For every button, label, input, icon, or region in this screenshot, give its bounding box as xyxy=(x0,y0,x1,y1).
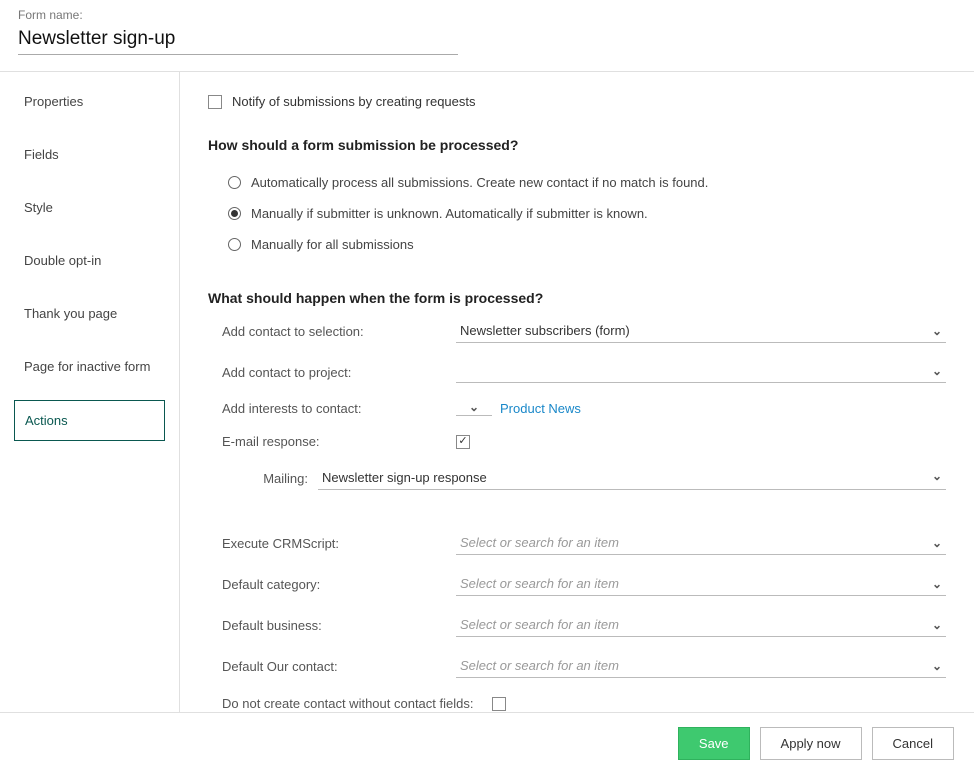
email-response-checkbox[interactable] xyxy=(456,435,470,449)
mailing-label: Mailing: xyxy=(248,471,308,486)
radio-auto-label: Automatically process all submissions. C… xyxy=(251,175,708,190)
tab-properties[interactable]: Properties xyxy=(14,82,165,121)
notify-checkbox[interactable] xyxy=(208,95,222,109)
tab-style[interactable]: Style xyxy=(14,188,165,227)
email-response-label: E-mail response: xyxy=(222,434,456,449)
chevron-down-icon: ⌄ xyxy=(932,365,942,377)
cancel-button[interactable]: Cancel xyxy=(872,727,954,760)
add-interests-label: Add interests to contact: xyxy=(222,401,456,416)
default-category-placeholder: Select or search for an item xyxy=(460,576,619,591)
default-business-label: Default business: xyxy=(222,618,456,633)
default-our-contact-placeholder: Select or search for an item xyxy=(460,658,619,673)
interests-value-link[interactable]: Product News xyxy=(500,401,581,416)
add-project-dropdown[interactable]: ⌄ xyxy=(456,361,946,383)
process-section-title: How should a form submission be processe… xyxy=(208,137,946,153)
form-name-label: Form name: xyxy=(18,8,956,22)
add-project-label: Add contact to project: xyxy=(222,365,456,380)
radio-manual-unknown-label: Manually if submitter is unknown. Automa… xyxy=(251,206,648,221)
content-panel: Notify of submissions by creating reques… xyxy=(180,72,974,712)
radio-manual-all[interactable]: Manually for all submissions xyxy=(228,229,946,260)
default-our-contact-label: Default Our contact: xyxy=(222,659,456,674)
add-selection-value: Newsletter subscribers (form) xyxy=(460,323,630,338)
radio-manual-unknown[interactable]: Manually if submitter is unknown. Automa… xyxy=(228,198,946,229)
execute-crm-placeholder: Select or search for an item xyxy=(460,535,619,550)
tab-double-opt-in[interactable]: Double opt-in xyxy=(14,241,165,280)
form-name-input[interactable] xyxy=(18,24,458,55)
mailing-dropdown[interactable]: Newsletter sign-up response ⌄ xyxy=(318,467,946,490)
chevron-down-icon: ⌄ xyxy=(469,401,479,413)
chevron-down-icon: ⌄ xyxy=(932,578,942,590)
notify-label: Notify of submissions by creating reques… xyxy=(232,94,476,109)
default-business-dropdown[interactable]: Select or search for an item ⌄ xyxy=(456,614,946,637)
no-create-label: Do not create contact without contact fi… xyxy=(222,696,492,711)
apply-now-button[interactable]: Apply now xyxy=(760,727,862,760)
radio-manual-unknown-input[interactable] xyxy=(228,207,241,220)
add-selection-label: Add contact to selection: xyxy=(222,324,456,339)
notify-row[interactable]: Notify of submissions by creating reques… xyxy=(208,94,946,109)
chevron-down-icon: ⌄ xyxy=(932,537,942,549)
tab-fields[interactable]: Fields xyxy=(14,135,165,174)
processed-section-title: What should happen when the form is proc… xyxy=(208,290,946,306)
radio-manual-all-input[interactable] xyxy=(228,238,241,251)
add-selection-dropdown[interactable]: Newsletter subscribers (form) ⌄ xyxy=(456,320,946,343)
no-create-checkbox[interactable] xyxy=(492,697,506,711)
process-radio-group: Automatically process all submissions. C… xyxy=(228,167,946,260)
save-button[interactable]: Save xyxy=(678,727,750,760)
tab-actions[interactable]: Actions xyxy=(14,400,165,441)
radio-manual-all-label: Manually for all submissions xyxy=(251,237,414,252)
default-our-contact-dropdown[interactable]: Select or search for an item ⌄ xyxy=(456,655,946,678)
default-category-label: Default category: xyxy=(222,577,456,592)
form-header: Form name: xyxy=(0,0,974,59)
default-business-placeholder: Select or search for an item xyxy=(460,617,619,632)
tab-thank-you[interactable]: Thank you page xyxy=(14,294,165,333)
radio-auto[interactable]: Automatically process all submissions. C… xyxy=(228,167,946,198)
mailing-value: Newsletter sign-up response xyxy=(322,470,487,485)
execute-crm-dropdown[interactable]: Select or search for an item ⌄ xyxy=(456,532,946,555)
chevron-down-icon: ⌄ xyxy=(932,470,942,485)
tab-inactive-form[interactable]: Page for inactive form xyxy=(14,347,165,386)
radio-auto-input[interactable] xyxy=(228,176,241,189)
execute-crm-label: Execute CRMScript: xyxy=(222,536,456,551)
default-category-dropdown[interactable]: Select or search for an item ⌄ xyxy=(456,573,946,596)
sidebar: Properties Fields Style Double opt-in Th… xyxy=(0,72,180,712)
footer: Save Apply now Cancel xyxy=(0,712,974,774)
chevron-down-icon: ⌄ xyxy=(932,660,942,672)
interests-dropdown-toggle[interactable]: ⌄ xyxy=(456,401,492,416)
chevron-down-icon: ⌄ xyxy=(932,325,942,337)
chevron-down-icon: ⌄ xyxy=(932,619,942,631)
